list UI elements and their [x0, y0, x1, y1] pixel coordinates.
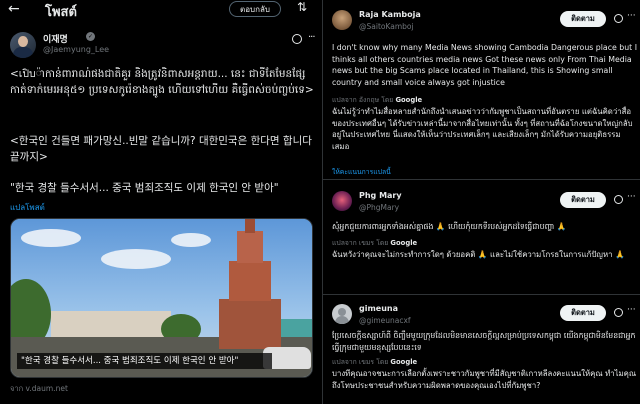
translator-name: Google — [390, 358, 418, 366]
translation-attribution: แปลจาก อังกฤษ โดย Google — [332, 94, 422, 105]
follow-button[interactable]: ติดตาม — [560, 305, 606, 321]
reply-item: Phg Mary @PhgMary ติดตาม ··· សុំអ្នកជួយក… — [323, 181, 640, 295]
back-arrow-icon[interactable]: ← — [8, 1, 20, 17]
avatar[interactable] — [332, 304, 352, 324]
reply-author-name[interactable]: gimeuna — [359, 304, 398, 313]
media-caption: "한국 경찰 들수서서... 중국 범죄조직도 이제 한국인 안 받아" — [17, 353, 272, 369]
grok-icon[interactable] — [614, 308, 623, 317]
reply-body: I don't know why many Media News showing… — [332, 43, 637, 87]
translate-post-link[interactable]: แปลโพสต์ — [10, 201, 45, 214]
post-paragraph-khmer: <เปิบ៉ាកាន់ពារាណ់ផងជាតិគួរ និងត្រូវនិពាស… — [10, 68, 314, 96]
verified-badge-icon: ✓ — [86, 32, 95, 41]
follow-button[interactable]: ติดตาม — [560, 192, 606, 208]
reply-button[interactable]: ตอบกลับ — [229, 1, 281, 17]
reply-translation: ฉันไม่รู้ว่าทำไมสื่อหลายสำนักถึงนำเสนอข่… — [332, 107, 633, 151]
reply-item: Raja Kamboja @SaitoKamboj ติดตาม ··· I d… — [323, 0, 640, 180]
reply-translation: ฉันหวังว่าคุณจะไม่กระทำการใดๆ ด้วยอคติ 🙏… — [332, 250, 625, 259]
post-paragraph-headline: "한국 경찰 들수서서... 중국 범죄조직도 이제 한국인 안 받아" — [10, 182, 279, 194]
translation-attribution: แปลจาก เขมร โดย Google — [332, 237, 417, 248]
avatar[interactable] — [332, 191, 352, 211]
reply-body: ប្រែសេចក្តីឧស្សាហ៍ពី ចិញ្ចឹមមួយក្រុមដែលម… — [332, 331, 636, 352]
more-options-icon[interactable]: ··· — [627, 11, 636, 21]
reply-translation: บางทีคุณอาจชนะการเลือกตั้งเพราะชาวกัมพูช… — [332, 369, 637, 390]
more-options-icon[interactable]: ··· — [308, 32, 315, 43]
reply-item: gimeuna @gimeunacxf ติดตาม ··· ប្រែសេចក្… — [323, 296, 640, 404]
translated-by-label: แปลจาก อังกฤษ โดย — [332, 96, 394, 104]
post-detail-pane: ← โพสต์ ตอบกลับ ⇅ 이재명 ✓ @Jaemyung_Lee ··… — [0, 0, 320, 404]
translated-by-label: แปลจาก เขมร โดย — [332, 239, 389, 247]
reply-author-handle[interactable]: @gimeunacxf — [359, 316, 411, 325]
translator-name: Google — [395, 96, 423, 104]
tune-icon[interactable]: ⇅ — [297, 0, 307, 14]
replies-pane: Raja Kamboja @SaitoKamboj ติดตาม ··· I d… — [322, 0, 640, 404]
more-options-icon[interactable]: ··· — [627, 305, 636, 315]
author-handle[interactable]: @Jaemyung_Lee — [43, 45, 109, 54]
grok-icon[interactable] — [292, 34, 302, 44]
follow-button[interactable]: ติดตาม — [560, 11, 606, 27]
grok-icon[interactable] — [614, 14, 623, 23]
post-author: 이재명 ✓ @Jaemyung_Lee ··· — [10, 32, 315, 58]
more-options-icon[interactable]: ··· — [627, 192, 636, 202]
avatar[interactable] — [10, 32, 36, 58]
page-title: โพสต์ — [45, 5, 77, 20]
media-source[interactable]: จาก v.daum.net — [10, 383, 68, 395]
grok-icon[interactable] — [614, 195, 623, 204]
translation-attribution: แปลจาก เขมร โดย Google — [332, 356, 417, 367]
post-media-image[interactable]: "한국 경찰 들수서서... 중국 범죄조직도 이제 한국인 안 받아" — [10, 218, 313, 378]
translator-name: Google — [390, 239, 418, 247]
avatar[interactable] — [332, 10, 352, 30]
reply-body: សុំអ្នកជួយការពារអ្នកទាំងអស់គ្នាផង 🙏 ហើយក… — [332, 222, 567, 231]
reply-author-name[interactable]: Raja Kamboja — [359, 10, 421, 19]
reply-author-handle[interactable]: @PhgMary — [359, 203, 399, 212]
reply-author-name[interactable]: Phg Mary — [359, 191, 402, 200]
post-paragraph-korean: <한국인 건들면 패가망신..빈말 같습니까? 대한민국은 한다면 합니다 끝까… — [10, 135, 312, 163]
translated-by-label: แปลจาก เขมร โดย — [332, 358, 389, 366]
author-name[interactable]: 이재명 — [43, 32, 68, 45]
rate-translation-link[interactable]: ให้คะแนนการแปลนี้ — [332, 166, 391, 177]
post-header: ← โพสต์ ตอบกลับ ⇅ — [0, 0, 320, 22]
reply-author-handle[interactable]: @SaitoKamboj — [359, 22, 414, 31]
